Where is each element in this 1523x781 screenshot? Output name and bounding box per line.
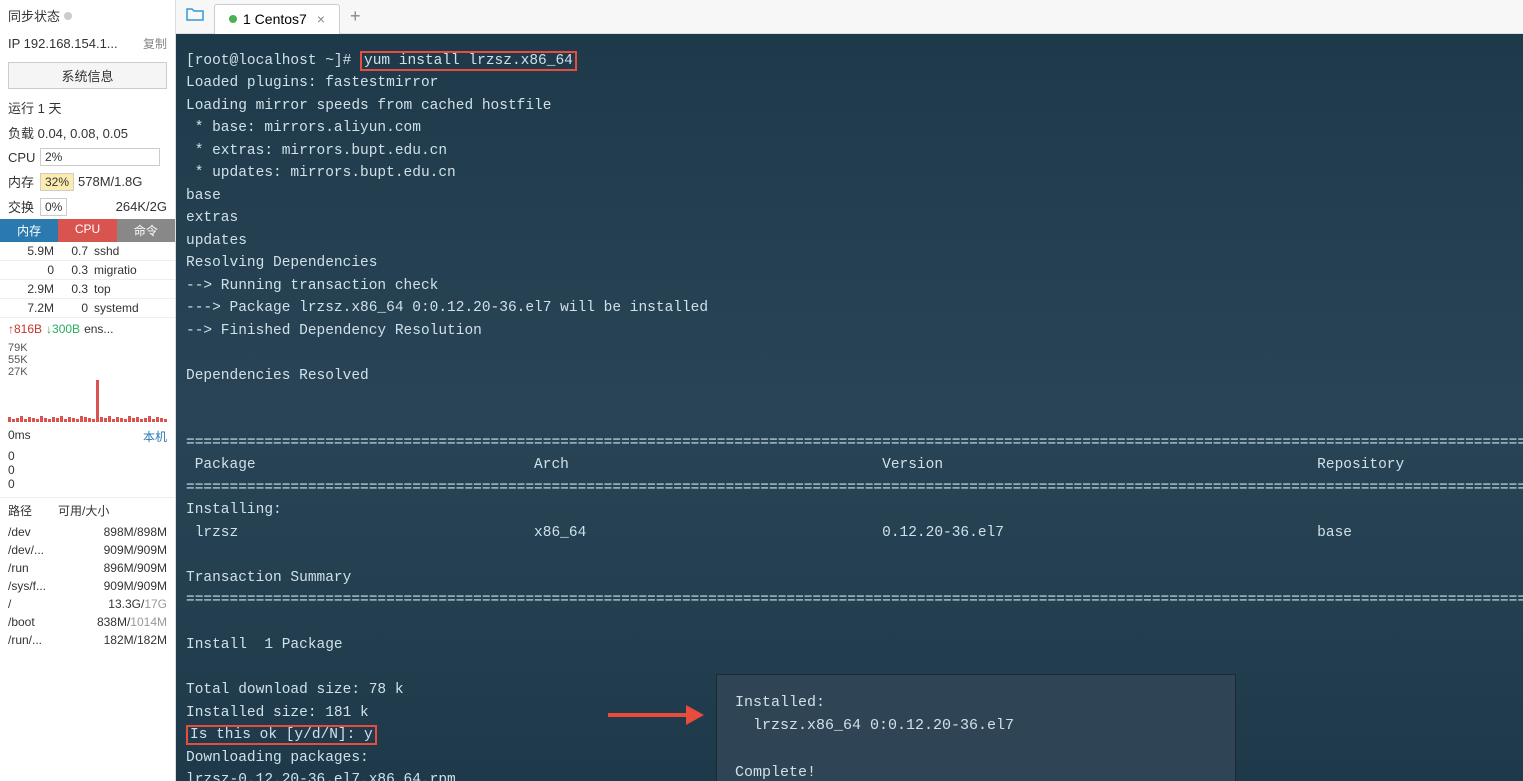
ip-value: IP 192.168.154.1... — [8, 36, 118, 51]
network-row: ↑816B ↓300B ens... — [0, 318, 175, 340]
terminal-line: Resolving Dependencies — [186, 252, 1523, 274]
net-interface: ens... — [84, 322, 113, 336]
blank — [186, 544, 1523, 566]
tab-bar: 1 Centos7 × + — [176, 0, 1523, 34]
terminal-line: * updates: mirrors.bupt.edu.cn — [186, 162, 1523, 184]
table-header: Package Arch Version Repository Size — [186, 454, 1523, 476]
add-tab-button[interactable]: + — [350, 6, 361, 27]
tab-status-dot-icon — [229, 15, 237, 23]
installed-pkg: lrzsz.x86_64 0:0.12.20-36.el7 — [735, 714, 1217, 737]
terminal-line: --> Finished Dependency Resolution — [186, 320, 1523, 342]
swap-label: 交换 — [8, 197, 36, 216]
memory-label: 内存 — [8, 172, 36, 191]
arrow-annotation — [608, 704, 708, 724]
disk-row[interactable]: /boot838M/1014M — [0, 613, 175, 631]
memory-percent: 32% — [40, 173, 74, 191]
memory-value: 578M/1.8G — [78, 174, 142, 189]
chart-y-1: 55K — [8, 354, 167, 366]
sync-dot-icon — [64, 12, 72, 20]
swap-percent: 0% — [40, 198, 67, 216]
swap-value: 264K/2G — [116, 199, 167, 214]
disk-header: 路径 可用/大小 — [0, 497, 175, 523]
disk-row[interactable]: /run896M/909M — [0, 559, 175, 577]
command-highlight: yum install lrzsz.x86_64 — [360, 51, 577, 71]
net-upload: ↑816B — [8, 322, 42, 336]
separator: ========================================… — [186, 589, 1523, 611]
ping-local[interactable]: 本机 — [143, 428, 167, 445]
sync-status-row: 同步状态 — [0, 0, 175, 31]
terminal-line: Loading mirror speeds from cached hostfi… — [186, 95, 1523, 117]
th-command[interactable]: 命令 — [117, 219, 175, 242]
sync-label: 同步状态 — [8, 6, 60, 25]
ping-row: 0ms 本机 — [0, 424, 175, 449]
cpu-row: CPU 2% — [0, 145, 175, 169]
terminal-line: * base: mirrors.aliyun.com — [186, 117, 1523, 139]
load-row: 负载 0.04, 0.08, 0.05 — [0, 120, 175, 145]
th-cpu[interactable]: CPU — [58, 219, 116, 242]
disk-hdr-size: 可用/大小 — [58, 502, 109, 519]
disk-row[interactable]: /sys/f...909M/909M — [0, 577, 175, 595]
process-row[interactable]: 5.9M0.7sshd — [0, 242, 175, 261]
th-memory[interactable]: 内存 — [0, 219, 58, 242]
disk-list: /dev898M/898M/dev/...909M/909M/run896M/9… — [0, 523, 175, 649]
terminal-line: * extras: mirrors.bupt.edu.cn — [186, 140, 1523, 162]
process-row[interactable]: 00.3migratio — [0, 261, 175, 280]
summary-label: Transaction Summary — [186, 567, 1523, 589]
close-icon[interactable]: × — [317, 11, 325, 27]
ping-value: 0ms — [8, 428, 31, 445]
tab-title: 1 Centos7 — [243, 11, 307, 27]
zero-2: 0 — [0, 477, 175, 491]
disk-row[interactable]: /13.3G/17G — [0, 595, 175, 613]
process-row[interactable]: 7.2M0systemd — [0, 299, 175, 318]
process-row[interactable]: 2.9M0.3top — [0, 280, 175, 299]
disk-row[interactable]: /dev898M/898M — [0, 523, 175, 541]
terminal-line: ---> Package lrzsz.x86_64 0:0.12.20-36.e… — [186, 297, 1523, 319]
memory-row: 内存 32% 578M/1.8G — [0, 169, 175, 194]
disk-row[interactable]: /run/...182M/182M — [0, 631, 175, 649]
process-table-header: 内存 CPU 命令 — [0, 219, 175, 242]
chart-y-2: 27K — [8, 366, 167, 378]
chart-y-0: 79K — [8, 342, 167, 354]
main-area: 1 Centos7 × + [root@localhost ~]# yum in… — [176, 0, 1523, 781]
copy-button[interactable]: 复制 — [143, 35, 167, 52]
separator: ========================================… — [186, 387, 1523, 454]
terminal-line: Dependencies Resolved — [186, 365, 1523, 387]
complete-label: Complete! — [735, 761, 1217, 781]
cpu-value: 2% — [40, 148, 160, 166]
terminal-line — [186, 342, 1523, 364]
blank — [735, 738, 1217, 761]
disk-row[interactable]: /dev/...909M/909M — [0, 541, 175, 559]
uptime-row: 运行 1 天 — [0, 95, 175, 120]
terminal-line: Loaded plugins: fastestmirror — [186, 72, 1523, 94]
separator: ========================================… — [186, 477, 1523, 499]
blank — [186, 612, 1523, 634]
folder-icon[interactable] — [176, 7, 214, 26]
terminal-line: --> Running transaction check — [186, 275, 1523, 297]
installed-label: Installed: — [735, 691, 1217, 714]
repo-line: extras| 2.9 kB 00:00:00 — [186, 207, 1523, 229]
result-popup: Installed: lrzsz.x86_64 0:0.12.20-36.el7… — [716, 674, 1236, 781]
swap-row: 交换 0% 264K/2G — [0, 194, 175, 219]
net-download: ↓300B — [46, 322, 80, 336]
ip-row: IP 192.168.154.1... 复制 — [0, 31, 175, 56]
package-row: lrzsz x86_64 0.12.20-36.el7 base 78 k — [186, 522, 1523, 544]
installing-label: Installing: — [186, 499, 1523, 521]
disk-hdr-path: 路径 — [8, 502, 58, 519]
zero-0: 0 — [0, 449, 175, 463]
sidebar: 同步状态 IP 192.168.154.1... 复制 系统信息 运行 1 天 … — [0, 0, 176, 781]
terminal[interactable]: [root@localhost ~]# yum install lrzsz.x8… — [176, 34, 1523, 781]
install-count: Install 1 Package — [186, 634, 1523, 656]
system-info-button[interactable]: 系统信息 — [8, 62, 167, 89]
repo-line: base| 3.6 kB 00:00:00 — [186, 185, 1523, 207]
network-chart: 79K 55K 27K — [0, 340, 175, 424]
zero-1: 0 — [0, 463, 175, 477]
tab-centos7[interactable]: 1 Centos7 × — [214, 4, 340, 34]
process-table: 5.9M0.7sshd00.3migratio2.9M0.3top7.2M0sy… — [0, 242, 175, 318]
cpu-label: CPU — [8, 150, 36, 165]
prompt-line: [root@localhost ~]# yum install lrzsz.x8… — [186, 50, 1523, 72]
repo-line: updates| 2.9 kB 00:00:00 — [186, 230, 1523, 252]
